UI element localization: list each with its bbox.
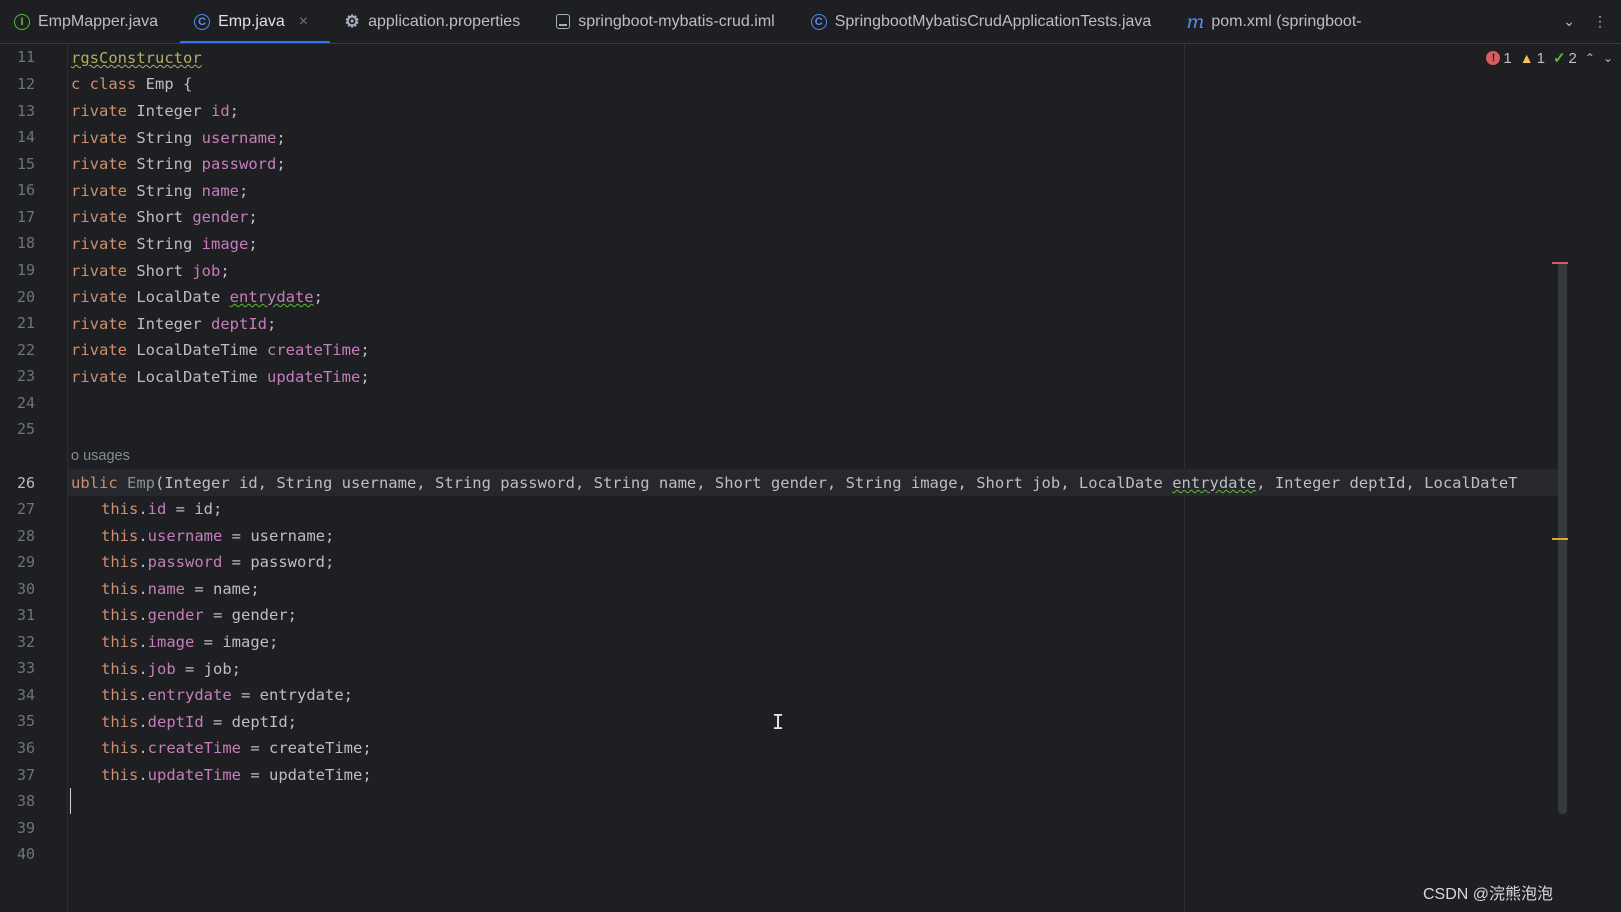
- line-number: 26: [16, 474, 35, 492]
- line-number: 13: [16, 102, 35, 120]
- field-declaration-line: rivate String username;: [71, 128, 286, 147]
- maven-icon: m: [1186, 10, 1205, 33]
- tab-emp-java[interactable]: C Emp.java ×: [180, 0, 331, 43]
- assignment-line: this.username = username;: [101, 526, 335, 545]
- assignment-line: this.entrydate = entrydate;: [101, 686, 354, 705]
- tab-application-tests[interactable]: C SpringbootMybatisCrudApplicationTests.…: [797, 0, 1174, 43]
- line-number: 35: [16, 712, 35, 730]
- line-number: 19: [16, 261, 35, 279]
- interface-icon: I: [14, 13, 30, 30]
- tab-iml-file[interactable]: springboot-mybatis-crud.iml: [542, 0, 797, 43]
- line-number: 20: [16, 288, 35, 306]
- tab-empmapper-java[interactable]: I EmpMapper.java: [0, 0, 180, 43]
- line-number: 11: [16, 48, 35, 66]
- line-number: 24: [16, 394, 35, 412]
- class-icon: C: [194, 13, 211, 30]
- line-number: 25: [16, 420, 35, 438]
- line-number-gutter[interactable]: 11 12 13 14 15 16 17 18 19 20 21 22 23 24 25 26 27 28 29 30…: [0, 44, 68, 912]
- module-file-icon: [556, 14, 571, 29]
- previous-problem-icon[interactable]: ⌃: [1585, 51, 1595, 65]
- assignment-line: this.updateTime = updateTime;: [101, 766, 372, 784]
- line-number: 27: [16, 500, 35, 518]
- more-options-icon[interactable]: ⋮: [1593, 13, 1607, 30]
- assignment-line: this.job = job;: [101, 659, 242, 678]
- assignment-line: this.deptId = deptId;: [101, 712, 298, 731]
- line-number: 30: [16, 580, 35, 598]
- code-editor[interactable]: rgsConstructor c class Emp { rivate Inte…: [68, 44, 1588, 912]
- gear-icon: ⚙: [344, 11, 360, 31]
- chevron-down-icon[interactable]: ⌄: [1563, 13, 1575, 30]
- constructor-signature: ublic Emp(Integer id, String username, S…: [71, 474, 1518, 492]
- line-number: 37: [16, 766, 35, 784]
- class-icon: C: [810, 13, 827, 30]
- line-number: 32: [16, 633, 35, 651]
- code-line-11: rgsConstructor: [71, 49, 202, 67]
- code-line-12: c class Emp {: [71, 75, 193, 93]
- tab-label: SpringbootMybatisCrudApplicationTests.ja…: [834, 12, 1152, 30]
- line-number: 29: [16, 553, 35, 571]
- next-problem-icon[interactable]: ⌄: [1603, 51, 1613, 65]
- field-declaration-line: rivate LocalDate entrydate;: [71, 288, 323, 307]
- assignment-line: this.gender = gender;: [101, 606, 298, 625]
- assignment-line: this.image = image;: [101, 633, 279, 651]
- line-number: 31: [16, 606, 35, 624]
- line-number: 34: [16, 686, 35, 704]
- close-icon[interactable]: ×: [299, 13, 308, 31]
- tab-label: application.properties: [368, 12, 521, 30]
- line-number: 40: [16, 845, 35, 863]
- error-stripe-marker[interactable]: [1552, 262, 1568, 264]
- error-count[interactable]: ! 1: [1486, 50, 1512, 67]
- tab-pom-xml[interactable]: m pom.xml (springboot-: [1173, 0, 1383, 43]
- warning-stripe-marker[interactable]: [1552, 538, 1568, 540]
- line-number: 38: [16, 792, 35, 810]
- watermark: CSDN @浣熊泡泡: [1422, 886, 1553, 903]
- tab-label: pom.xml (springboot-: [1211, 12, 1362, 30]
- editor-tab-bar: I EmpMapper.java C Emp.java × ⚙ applicat…: [0, 0, 1621, 44]
- line-number: 21: [16, 314, 35, 332]
- field-declaration-line: rivate LocalDateTime createTime;: [71, 341, 370, 360]
- assignment-line: this.password = password;: [101, 553, 335, 572]
- line-number: 17: [16, 208, 35, 226]
- field-declaration-line: rivate String image;: [71, 235, 258, 253]
- line-number: 39: [16, 819, 35, 837]
- mouse-text-cursor-icon: I: [772, 710, 785, 734]
- line-number: 22: [16, 341, 35, 359]
- line-number: 28: [16, 527, 35, 545]
- field-declaration-line: rivate Integer deptId;: [71, 314, 277, 333]
- line-number: 14: [16, 128, 35, 146]
- tab-label: EmpMapper.java: [38, 12, 159, 30]
- line-number: 23: [16, 367, 35, 385]
- line-number: 18: [16, 234, 35, 252]
- field-declaration-line: rivate String name;: [71, 181, 249, 200]
- assignment-line: this.id = id;: [101, 500, 223, 518]
- assignment-line: this.createTime = createTime;: [101, 739, 372, 758]
- tab-application-properties[interactable]: ⚙ application.properties: [330, 0, 542, 43]
- line-number: 15: [16, 155, 35, 173]
- line-number: 16: [16, 181, 35, 199]
- check-icon: ✓: [1552, 50, 1566, 67]
- field-declaration-line: rivate Short job;: [71, 261, 230, 280]
- text-caret: [70, 788, 71, 814]
- line-number: 36: [16, 739, 35, 757]
- ok-count[interactable]: ✓ 2: [1552, 49, 1577, 68]
- field-declaration-line: rivate Integer id;: [71, 102, 240, 120]
- tab-label: springboot-mybatis-crud.iml: [578, 12, 775, 30]
- usages-inlay-hint[interactable]: o usages: [71, 446, 130, 466]
- field-declaration-line: rivate String password;: [71, 155, 286, 174]
- tab-overflow-controls: ⌄ ⋮: [1553, 0, 1621, 43]
- tab-label: Emp.java: [218, 12, 285, 30]
- assignment-line: this.name = name;: [101, 579, 260, 598]
- warning-icon: ▲: [1519, 50, 1534, 66]
- inspection-widget[interactable]: ! 1 ▲ 1 ✓ 2 ⌃ ⌄: [1486, 49, 1613, 67]
- error-icon: !: [1486, 51, 1501, 65]
- field-declaration-line: rivate Short gender;: [71, 208, 258, 227]
- warning-count[interactable]: ▲ 1: [1520, 50, 1545, 67]
- line-number: 33: [16, 659, 35, 677]
- field-declaration-line: rivate LocalDateTime updateTime;: [71, 368, 370, 386]
- line-number: 12: [16, 75, 35, 93]
